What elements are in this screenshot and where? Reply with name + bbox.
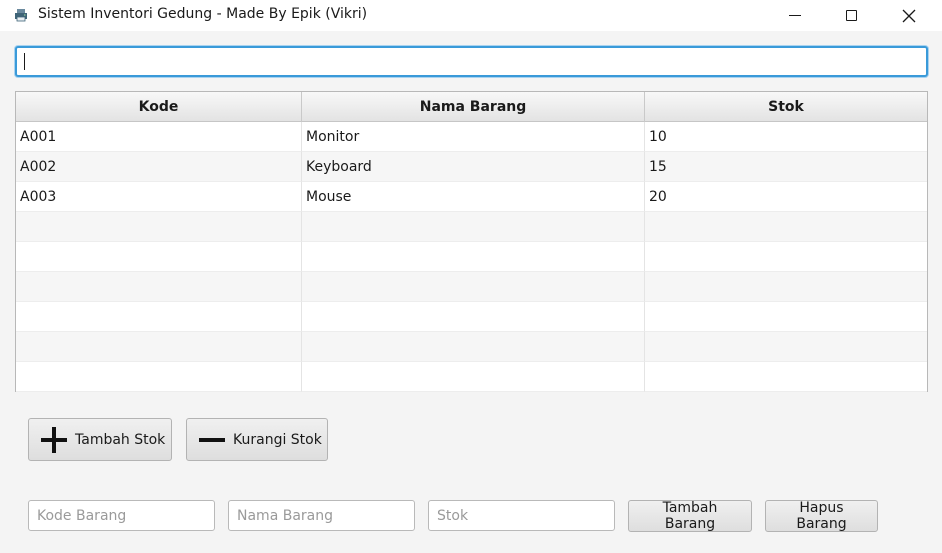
cell-stok[interactable]: 10 <box>645 122 927 152</box>
table-row-empty <box>16 242 927 272</box>
table-row-empty <box>16 212 927 242</box>
cell-kode <box>16 272 302 302</box>
cell-stok <box>645 212 927 242</box>
cell-kode <box>16 332 302 362</box>
stok-input[interactable] <box>429 501 614 530</box>
column-header-stok[interactable]: Stok <box>645 92 927 122</box>
printer-icon <box>15 9 27 22</box>
close-button[interactable] <box>880 0 938 31</box>
nama-barang-input[interactable] <box>229 501 414 530</box>
window-title: Sistem Inventori Gedung - Made By Epik (… <box>38 6 368 22</box>
cell-stok[interactable]: 15 <box>645 152 927 182</box>
kode-barang-field[interactable] <box>28 500 215 531</box>
cell-stok <box>645 242 927 272</box>
cell-kode <box>16 302 302 332</box>
cell-nama-barang <box>302 242 645 272</box>
tambah-stok-label: Tambah Stok <box>75 431 166 448</box>
cell-stok <box>645 332 927 362</box>
table-row-empty <box>16 362 927 392</box>
tambah-barang-button[interactable]: Tambah Barang <box>628 500 752 532</box>
maximize-button[interactable] <box>822 0 880 31</box>
table-row[interactable]: A002 Keyboard 15 <box>16 152 927 182</box>
table-header: Kode Nama Barang Stok <box>16 92 927 122</box>
cell-kode[interactable]: A001 <box>16 122 302 152</box>
table-row-empty <box>16 302 927 332</box>
column-header-kode[interactable]: Kode <box>16 92 302 122</box>
maximize-icon <box>845 10 857 21</box>
cell-kode <box>16 242 302 272</box>
cell-nama-barang[interactable]: Mouse <box>302 182 645 212</box>
nama-barang-field[interactable] <box>228 500 415 531</box>
plus-icon <box>41 426 67 453</box>
table-row-empty <box>16 272 927 302</box>
minimize-icon <box>789 15 801 16</box>
stok-field[interactable] <box>428 500 615 531</box>
title-bar: Sistem Inventori Gedung - Made By Epik (… <box>0 0 942 31</box>
cell-nama-barang <box>302 302 645 332</box>
cell-kode <box>16 212 302 242</box>
cell-stok <box>645 362 927 392</box>
cell-nama-barang <box>302 272 645 302</box>
table-row[interactable]: A001 Monitor 10 <box>16 122 927 152</box>
minimize-button[interactable] <box>766 0 824 31</box>
cell-stok <box>645 272 927 302</box>
table-row[interactable]: A003 Mouse 20 <box>16 182 927 212</box>
cell-kode[interactable]: A003 <box>16 182 302 212</box>
search-field[interactable] <box>15 46 928 77</box>
column-header-nama-barang[interactable]: Nama Barang <box>302 92 645 122</box>
inventory-table[interactable]: Kode Nama Barang Stok A001 Monitor 10 A0… <box>15 91 928 392</box>
cell-nama-barang[interactable]: Monitor <box>302 122 645 152</box>
kode-barang-input[interactable] <box>29 501 214 530</box>
close-icon <box>902 9 916 22</box>
kurangi-stok-label: Kurangi Stok <box>233 431 322 448</box>
hapus-barang-button[interactable]: Hapus Barang <box>765 500 878 532</box>
cell-nama-barang <box>302 212 645 242</box>
cell-nama-barang <box>302 332 645 362</box>
cell-stok[interactable]: 20 <box>645 182 927 212</box>
cell-kode <box>16 362 302 392</box>
cell-nama-barang <box>302 362 645 392</box>
search-input[interactable] <box>17 48 926 75</box>
cell-stok <box>645 302 927 332</box>
minus-icon <box>199 427 225 453</box>
cell-nama-barang[interactable]: Keyboard <box>302 152 645 182</box>
cell-kode[interactable]: A002 <box>16 152 302 182</box>
table-row-empty <box>16 332 927 362</box>
table-body: A001 Monitor 10 A002 Keyboard 15 A003 Mo… <box>16 122 927 392</box>
text-caret <box>24 53 25 70</box>
kurangi-stok-button[interactable]: Kurangi Stok <box>186 418 328 461</box>
tambah-stok-button[interactable]: Tambah Stok <box>28 418 172 461</box>
